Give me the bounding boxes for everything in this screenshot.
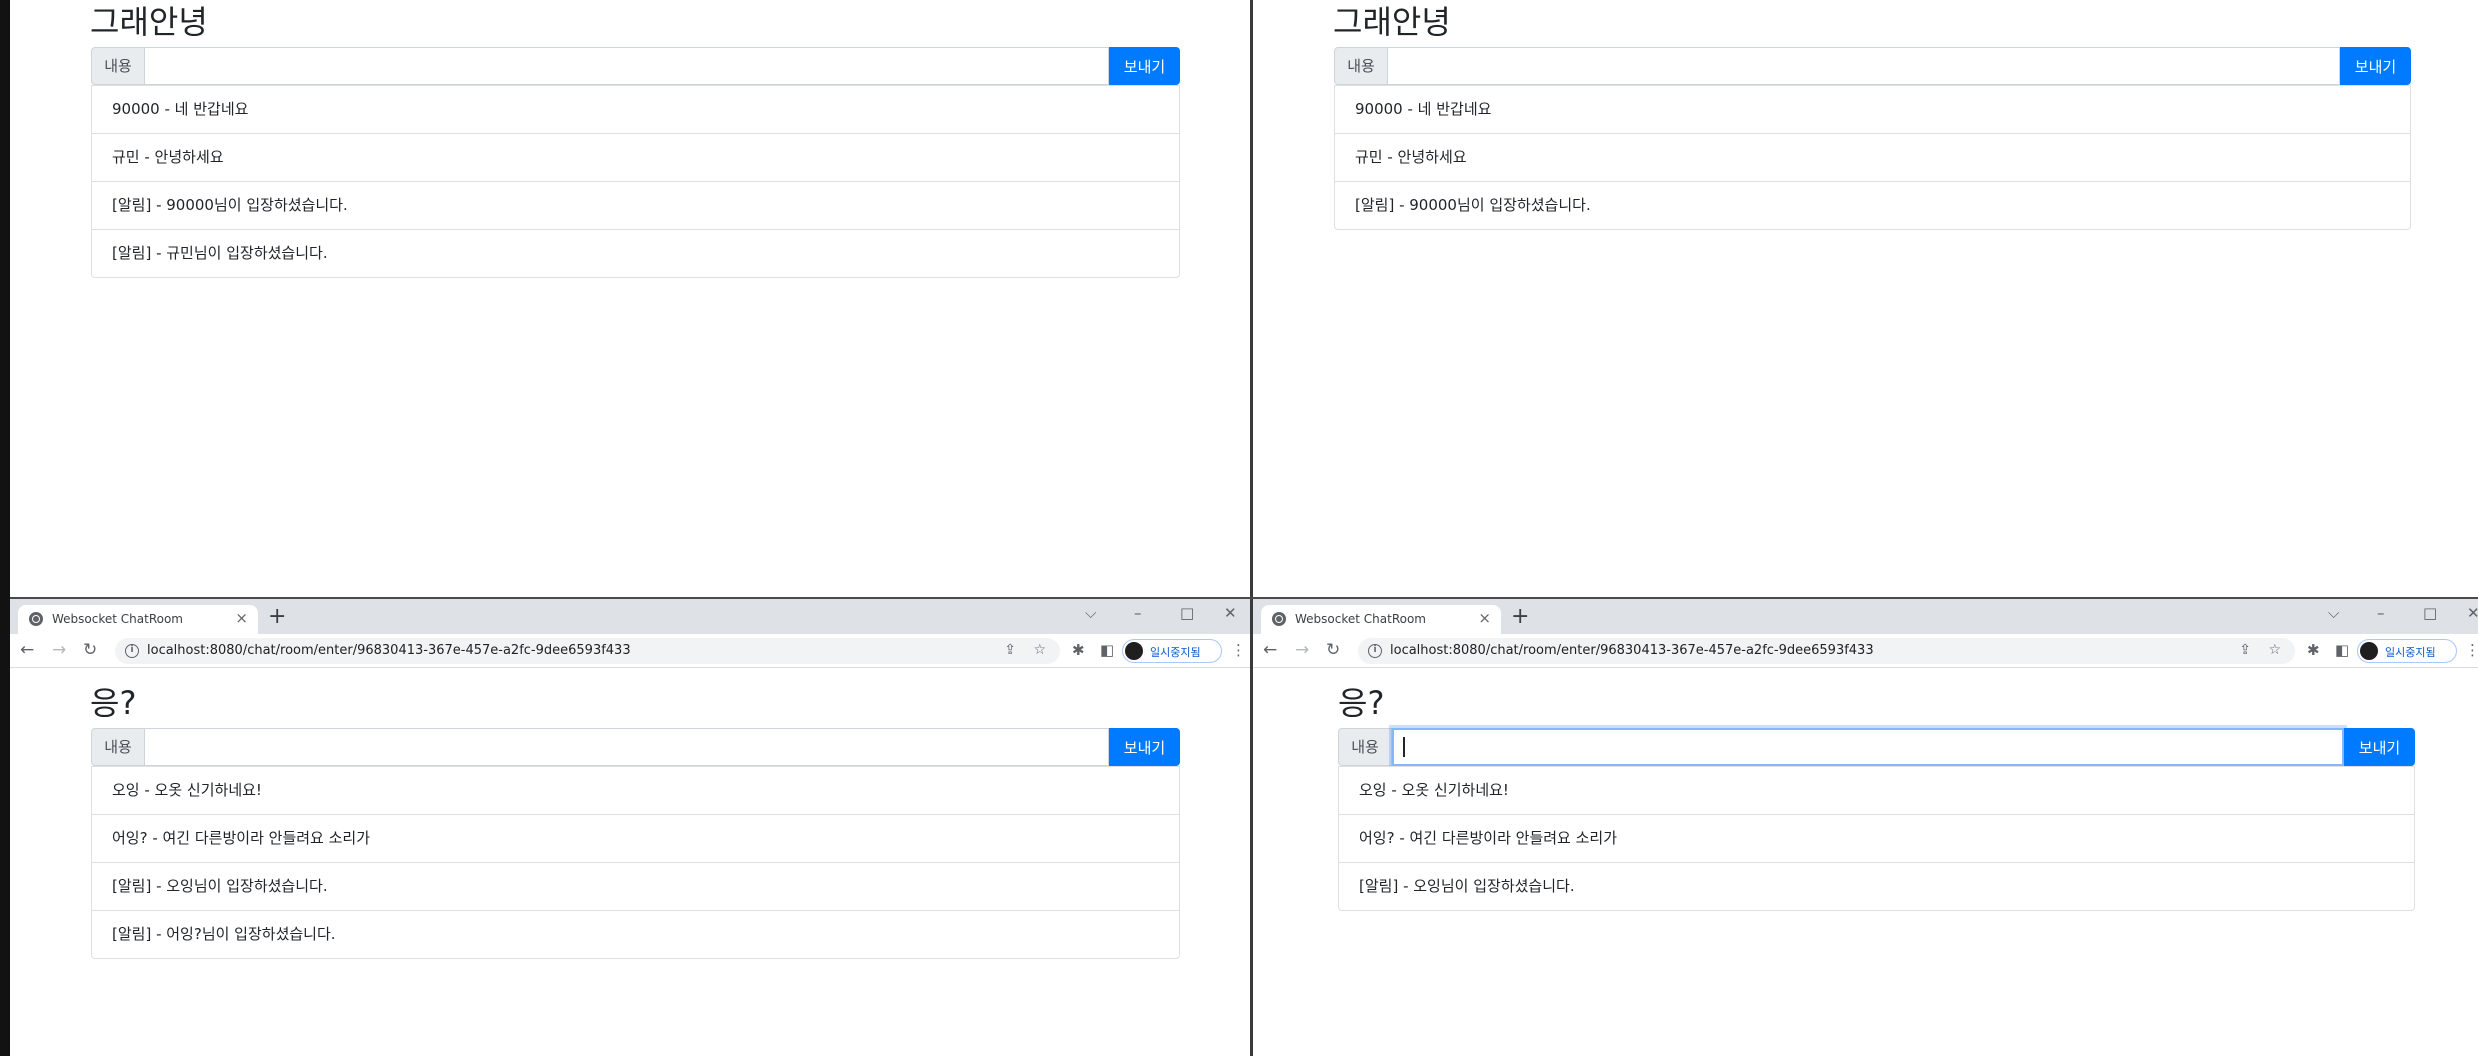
minimize-button[interactable]: – [1134, 605, 1142, 621]
profile-button[interactable]: 일시중지됨 [1122, 639, 1222, 663]
window-divider-vertical [1250, 0, 1253, 1056]
share-icon[interactable]: ⇪ [2239, 642, 2251, 658]
browser-tab[interactable]: Websocket ChatRoom × [1261, 605, 1501, 634]
globe-icon [1272, 612, 1286, 626]
list-item: [알림] - 규민님이 입장하셨습니다. [92, 229, 1179, 277]
list-item: 90000 - 네 반갑네요 [1335, 85, 2410, 133]
list-item: 어잉? - 여긴 다른방이라 안들려요 소리가 [1339, 814, 2414, 862]
list-item: 규민 - 안녕하세요 [1335, 133, 2410, 181]
forward-icon[interactable]: → [52, 640, 66, 660]
globe-icon [29, 612, 43, 626]
input-label: 내용 [1334, 47, 1388, 85]
browser-toolbar: ← → ↻ i localhost:8080/chat/room/enter/9… [1253, 634, 2478, 668]
address-bar[interactable]: i localhost:8080/chat/room/enter/9683041… [115, 638, 1060, 664]
reload-icon[interactable]: ↻ [83, 640, 97, 660]
send-button[interactable]: 보내기 [1109, 47, 1180, 85]
message-input-group: 내용 보내기 [1334, 47, 2411, 85]
list-item: 규민 - 안녕하세요 [92, 133, 1179, 181]
send-button[interactable]: 보내기 [2344, 728, 2415, 766]
window-top-left: 그래안녕 내용 보내기 90000 - 네 반갑네요 규민 - 안녕하세요 [알… [10, 0, 1250, 597]
tab-title: Websocket ChatRoom [1295, 612, 1426, 626]
side-panel-icon[interactable]: ◧ [1100, 641, 1114, 659]
list-item: [알림] - 오잉님이 입장하셨습니다. [92, 862, 1179, 910]
extensions-icon[interactable]: ✱ [2307, 641, 2320, 659]
share-icon[interactable]: ⇪ [1004, 642, 1016, 658]
avatar [2360, 642, 2378, 660]
send-button[interactable]: 보내기 [1109, 728, 1180, 766]
room-title: 그래안녕 [1333, 3, 1451, 41]
bookmark-star-icon[interactable]: ☆ [1033, 642, 1046, 658]
bookmark-star-icon[interactable]: ☆ [2268, 642, 2281, 658]
room-title: 응? [90, 684, 137, 722]
room-title: 그래안녕 [90, 3, 208, 41]
message-input-group: 내용 보내기 [1338, 728, 2415, 766]
new-tab-button[interactable]: + [1511, 606, 1529, 628]
list-item: 어잉? - 여긴 다른방이라 안들려요 소리가 [92, 814, 1179, 862]
forward-icon[interactable]: → [1295, 640, 1309, 660]
message-input[interactable] [1392, 728, 2344, 766]
tab-search-icon[interactable]: ⌵ [1085, 605, 1096, 621]
message-input[interactable] [145, 728, 1109, 766]
taskbar-edge [0, 0, 10, 1056]
window-top-right: 그래안녕 내용 보내기 90000 - 네 반갑네요 규민 - 안녕하세요 [알… [1253, 0, 2478, 597]
avatar [1125, 642, 1143, 660]
list-item: 오잉 - 오옷 신기하네요! [1339, 766, 2414, 814]
input-label: 내용 [91, 728, 145, 766]
maximize-button[interactable]: □ [1180, 605, 1194, 621]
message-list: 90000 - 네 반갑네요 규민 - 안녕하세요 [알림] - 90000님이… [91, 85, 1180, 278]
tab-search-icon[interactable]: ⌵ [2328, 605, 2339, 621]
window-bottom-right: Websocket ChatRoom × + ⌵ – □ ✕ ← → ↻ i l… [1253, 599, 2478, 1056]
list-item: [알림] - 오잉님이 입장하셨습니다. [1339, 862, 2414, 910]
send-button[interactable]: 보내기 [2340, 47, 2411, 85]
menu-icon[interactable]: ⋮ [1231, 641, 1246, 659]
back-icon[interactable]: ← [20, 640, 34, 660]
tab-strip: Websocket ChatRoom × + ⌵ – □ ✕ [10, 599, 1250, 634]
tab-title: Websocket ChatRoom [52, 612, 183, 626]
side-panel-icon[interactable]: ◧ [2335, 641, 2349, 659]
list-item: [알림] - 90000님이 입장하셨습니다. [1335, 181, 2410, 229]
message-input[interactable] [145, 47, 1109, 85]
maximize-button[interactable]: □ [2423, 605, 2437, 621]
input-label: 내용 [1338, 728, 1392, 766]
input-label: 내용 [91, 47, 145, 85]
close-window-button[interactable]: ✕ [2467, 605, 2478, 621]
back-icon[interactable]: ← [1263, 640, 1277, 660]
message-input[interactable] [1388, 47, 2340, 85]
message-list: 90000 - 네 반갑네요 규민 - 안녕하세요 [알림] - 90000님이… [1334, 85, 2411, 230]
site-info-icon[interactable]: i [1368, 644, 1382, 658]
extensions-icon[interactable]: ✱ [1072, 641, 1085, 659]
profile-label: 일시중지됨 [2385, 646, 2436, 659]
close-tab-icon[interactable]: × [1478, 609, 1491, 627]
site-info-icon[interactable]: i [125, 644, 139, 658]
profile-label: 일시중지됨 [1150, 646, 1201, 659]
address-bar[interactable]: i localhost:8080/chat/room/enter/9683041… [1358, 638, 2295, 664]
list-item: 오잉 - 오옷 신기하네요! [92, 766, 1179, 814]
reload-icon[interactable]: ↻ [1326, 640, 1340, 660]
close-window-button[interactable]: ✕ [1224, 605, 1237, 621]
message-input-group: 내용 보내기 [91, 728, 1180, 766]
text-cursor [1403, 737, 1405, 757]
menu-icon[interactable]: ⋮ [2465, 641, 2478, 659]
list-item: [알림] - 90000님이 입장하셨습니다. [92, 181, 1179, 229]
url-text: localhost:8080/chat/room/enter/96830413-… [147, 643, 631, 658]
browser-tab[interactable]: Websocket ChatRoom × [18, 605, 258, 634]
list-item: 90000 - 네 반갑네요 [92, 85, 1179, 133]
message-list: 오잉 - 오옷 신기하네요! 어잉? - 여긴 다른방이라 안들려요 소리가 [… [1338, 766, 2415, 911]
new-tab-button[interactable]: + [268, 606, 286, 628]
message-list: 오잉 - 오옷 신기하네요! 어잉? - 여긴 다른방이라 안들려요 소리가 [… [91, 766, 1180, 959]
list-item: [알림] - 어잉?님이 입장하셨습니다. [92, 910, 1179, 958]
desktop: 그래안녕 내용 보내기 90000 - 네 반갑네요 규민 - 안녕하세요 [알… [0, 0, 2478, 1056]
room-title: 응? [1338, 684, 1385, 722]
window-divider-horizontal [10, 597, 2478, 599]
profile-button[interactable]: 일시중지됨 [2357, 639, 2457, 663]
browser-toolbar: ← → ↻ i localhost:8080/chat/room/enter/9… [10, 634, 1250, 668]
window-bottom-left: Websocket ChatRoom × + ⌵ – □ ✕ ← → ↻ i l… [10, 599, 1250, 1056]
tab-strip: Websocket ChatRoom × + ⌵ – □ ✕ [1253, 599, 2478, 634]
url-text: localhost:8080/chat/room/enter/96830413-… [1390, 643, 1874, 658]
message-input-group: 내용 보내기 [91, 47, 1180, 85]
close-tab-icon[interactable]: × [235, 609, 248, 627]
minimize-button[interactable]: – [2377, 605, 2385, 621]
